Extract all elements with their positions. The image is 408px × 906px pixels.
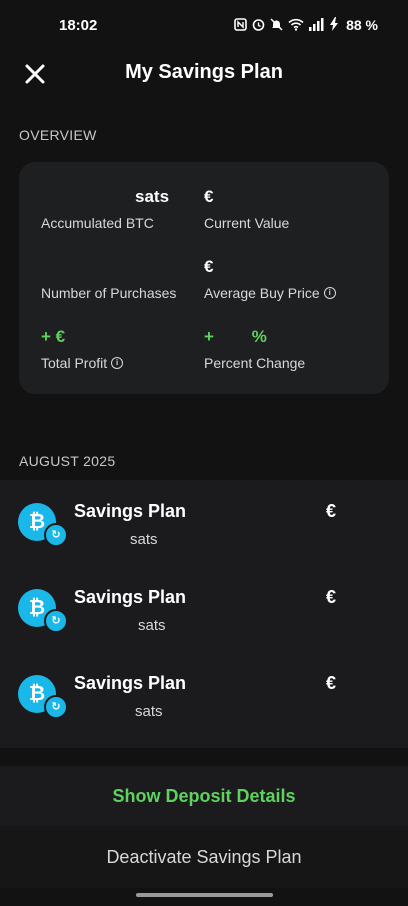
accumulated-btc-label: Accumulated BTC [41,215,169,231]
info-icon[interactable]: i [323,287,336,299]
average-buy-price-value: € [204,257,214,276]
list-item[interactable]: ₿ ↻ Savings Plan sats € [0,480,408,566]
transaction-list: ₿ ↻ Savings Plan sats € ₿ ↻ Savings Plan… [0,480,408,748]
stat-number-of-purchases: Number of Purchases [41,257,176,301]
transaction-amount: € [326,587,337,607]
transaction-subtitle: sats [130,531,158,548]
show-deposit-details-label: Show Deposit Details [112,786,296,806]
transaction-amount: € [326,501,337,521]
number-of-purchases-value [41,257,176,279]
stat-current-value: € Current Value [204,187,289,231]
list-item[interactable]: ₿ ↻ Savings Plan sats € [0,652,408,738]
status-icons: 88 % [234,17,378,33]
number-of-purchases-label-text: Number of Purchases [41,285,177,301]
transaction-title: Savings Plan [74,587,187,607]
current-value-label: Current Value [204,215,289,231]
page-title: My Savings Plan [125,61,283,83]
number-of-purchases-label: Number of Purchases [41,285,176,301]
nfc-icon [234,17,247,33]
percent-change-label-text: Percent Change [204,355,306,371]
status-time: 18:02 [59,17,98,34]
recurring-badge-icon: ↻ [44,523,68,547]
average-buy-price-label: Average Buy Price i [204,285,336,301]
transaction-subtitle: sats [138,617,166,634]
stat-accumulated-btc: sats Accumulated BTC [41,187,169,231]
deactivate-savings-plan-label: Deactivate Savings Plan [106,847,302,867]
info-icon[interactable]: i [111,357,124,369]
percent-change-label: Percent Change [204,355,305,371]
alarm-icon [252,18,265,33]
current-value-label-text: Current Value [204,215,290,231]
mute-icon [270,17,283,33]
total-profit-value: + € [41,327,66,346]
stat-percent-change: + % Percent Change [204,327,305,371]
average-buy-price-label-text: Average Buy Price [204,285,320,301]
percent-change-value: + % [204,327,267,346]
show-deposit-details-button[interactable]: Show Deposit Details [0,766,408,826]
current-value-value: € [204,187,214,206]
transaction-subtitle: sats [135,703,163,720]
transaction-title: Savings Plan [74,501,187,521]
month-section-label: AUGUST 2025 [19,453,116,469]
total-profit-label: Total Profit i [41,355,124,371]
stat-average-buy-price: € Average Buy Price i [204,257,336,301]
overview-section-label: OVERVIEW [19,127,97,143]
signal-icon [309,17,324,33]
accumulated-btc-value: sats [135,187,170,206]
total-profit-label-text: Total Profit [41,355,108,371]
overview-card: sats Accumulated BTC € Current Value Num… [19,162,389,394]
header: My Savings Plan [0,52,408,94]
transaction-amount: € [326,673,337,693]
recurring-badge-icon: ↻ [44,609,68,633]
recurring-badge-icon: ↻ [44,695,68,719]
transaction-title: Savings Plan [74,673,187,693]
accumulated-btc-label-text: Accumulated BTC [41,215,154,231]
home-indicator[interactable] [136,893,273,897]
status-bar: 18:02 88 % [0,0,408,52]
deactivate-savings-plan-button[interactable]: Deactivate Savings Plan [0,826,408,888]
list-item[interactable]: ₿ ↻ Savings Plan sats € [0,566,408,652]
stat-total-profit: + € Total Profit i [41,327,124,371]
battery-percent: 88 % [346,17,378,33]
wifi-icon [288,18,304,33]
battery-charging-icon [329,17,339,33]
